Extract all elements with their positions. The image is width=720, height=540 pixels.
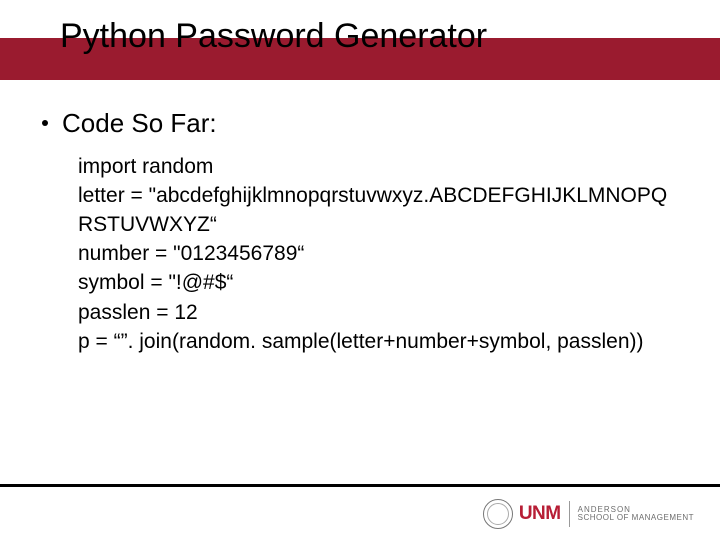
code-line: number = "0123456789“ — [78, 240, 678, 268]
bullet-icon — [42, 120, 48, 126]
slide-content: Code So Far: import random letter = "abc… — [0, 80, 720, 356]
code-line: p = “”. join(random. sample(letter+numbe… — [78, 328, 678, 356]
divider-icon — [569, 501, 570, 527]
footer-logo-text: UNM ANDERSON SCHOOL OF MANAGEMENT — [519, 501, 694, 527]
title-bar: Python Password Generator — [0, 0, 720, 80]
code-block: import random letter = "abcdefghijklmnop… — [78, 153, 678, 356]
unm-seal-icon — [483, 499, 513, 529]
heading-text: Code So Far: — [62, 108, 217, 138]
unm-wordmark: UNM — [519, 503, 561, 525]
footer: UNM ANDERSON SCHOOL OF MANAGEMENT — [0, 484, 720, 540]
code-line: passlen = 12 — [78, 299, 678, 327]
code-line: symbol = "!@#$“ — [78, 269, 678, 297]
school-name: ANDERSON SCHOOL OF MANAGEMENT — [578, 506, 694, 522]
slide-title: Python Password Generator — [60, 17, 487, 56]
code-line: letter = "abcdefghijklmnopqrstuvwxyz.ABC… — [78, 182, 678, 239]
code-line: import random — [78, 153, 678, 181]
school-name-bottom: SCHOOL OF MANAGEMENT — [578, 514, 694, 522]
section-heading: Code So Far: — [42, 108, 678, 139]
